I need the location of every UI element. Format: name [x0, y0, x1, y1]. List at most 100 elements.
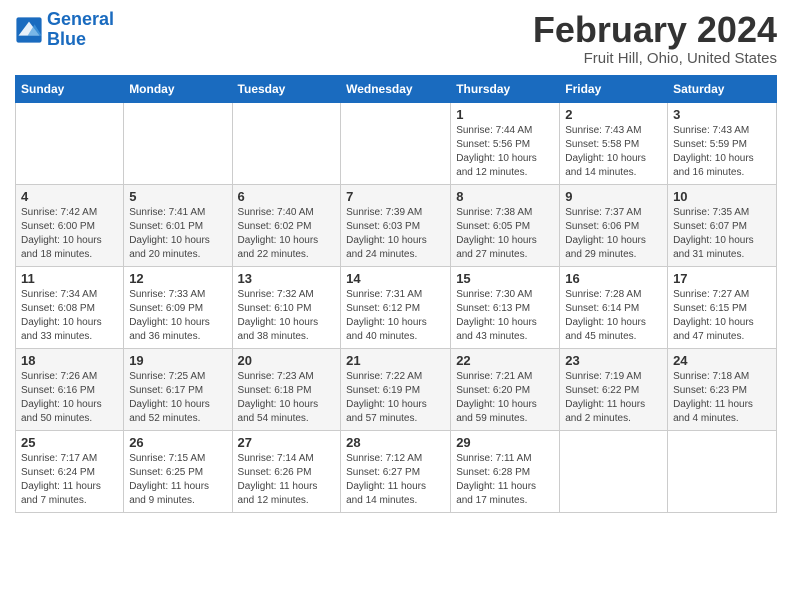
calendar-cell: 8 Sunrise: 7:38 AM Sunset: 6:05 PM Daylig… [451, 184, 560, 266]
day-info: Sunrise: 7:35 AM Sunset: 6:07 PM Dayligh… [673, 206, 771, 262]
logo: General Blue [15, 10, 114, 50]
day-number: 23 [565, 353, 662, 368]
day-info: Sunrise: 7:43 AM Sunset: 5:58 PM Dayligh… [565, 124, 662, 180]
weekday-header-monday: Monday [124, 75, 232, 102]
day-number: 8 [456, 189, 554, 204]
logo-text: General Blue [47, 10, 114, 50]
day-info: Sunrise: 7:30 AM Sunset: 6:13 PM Dayligh… [456, 288, 554, 344]
day-info: Sunrise: 7:25 AM Sunset: 6:17 PM Dayligh… [129, 370, 226, 426]
title-area: February 2024 Fruit Hill, Ohio, United S… [533, 10, 777, 67]
day-info: Sunrise: 7:37 AM Sunset: 6:06 PM Dayligh… [565, 206, 662, 262]
day-info: Sunrise: 7:42 AM Sunset: 6:00 PM Dayligh… [21, 206, 118, 262]
calendar-cell: 3 Sunrise: 7:43 AM Sunset: 5:59 PM Daylig… [668, 102, 777, 184]
calendar-cell: 5 Sunrise: 7:41 AM Sunset: 6:01 PM Daylig… [124, 184, 232, 266]
calendar-cell: 6 Sunrise: 7:40 AM Sunset: 6:02 PM Daylig… [232, 184, 341, 266]
day-number: 11 [21, 271, 118, 286]
weekday-row: SundayMondayTuesdayWednesdayThursdayFrid… [16, 75, 777, 102]
day-info: Sunrise: 7:32 AM Sunset: 6:10 PM Dayligh… [238, 288, 336, 344]
day-number: 10 [673, 189, 771, 204]
day-number: 3 [673, 107, 771, 122]
day-number: 27 [238, 435, 336, 450]
day-number: 17 [673, 271, 771, 286]
calendar-week-0: 1 Sunrise: 7:44 AM Sunset: 5:56 PM Daylig… [16, 102, 777, 184]
day-info: Sunrise: 7:39 AM Sunset: 6:03 PM Dayligh… [346, 206, 445, 262]
day-info: Sunrise: 7:18 AM Sunset: 6:23 PM Dayligh… [673, 370, 771, 426]
day-info: Sunrise: 7:14 AM Sunset: 6:26 PM Dayligh… [238, 452, 336, 508]
day-number: 1 [456, 107, 554, 122]
weekday-header-sunday: Sunday [16, 75, 124, 102]
calendar-cell [124, 102, 232, 184]
day-info: Sunrise: 7:33 AM Sunset: 6:09 PM Dayligh… [129, 288, 226, 344]
calendar-cell: 20 Sunrise: 7:23 AM Sunset: 6:18 PM Dayli… [232, 348, 341, 430]
day-info: Sunrise: 7:41 AM Sunset: 6:01 PM Dayligh… [129, 206, 226, 262]
calendar-cell [232, 102, 341, 184]
day-info: Sunrise: 7:17 AM Sunset: 6:24 PM Dayligh… [21, 452, 118, 508]
location: Fruit Hill, Ohio, United States [533, 50, 777, 67]
day-info: Sunrise: 7:44 AM Sunset: 5:56 PM Dayligh… [456, 124, 554, 180]
day-number: 16 [565, 271, 662, 286]
calendar-cell: 25 Sunrise: 7:17 AM Sunset: 6:24 PM Dayli… [16, 430, 124, 512]
day-info: Sunrise: 7:27 AM Sunset: 6:15 PM Dayligh… [673, 288, 771, 344]
day-number: 18 [21, 353, 118, 368]
calendar-week-1: 4 Sunrise: 7:42 AM Sunset: 6:00 PM Daylig… [16, 184, 777, 266]
day-number: 21 [346, 353, 445, 368]
weekday-header-friday: Friday [560, 75, 668, 102]
day-number: 22 [456, 353, 554, 368]
day-number: 26 [129, 435, 226, 450]
calendar-cell: 22 Sunrise: 7:21 AM Sunset: 6:20 PM Dayli… [451, 348, 560, 430]
calendar-cell: 2 Sunrise: 7:43 AM Sunset: 5:58 PM Daylig… [560, 102, 668, 184]
day-info: Sunrise: 7:26 AM Sunset: 6:16 PM Dayligh… [21, 370, 118, 426]
calendar-cell [668, 430, 777, 512]
day-number: 24 [673, 353, 771, 368]
day-info: Sunrise: 7:15 AM Sunset: 6:25 PM Dayligh… [129, 452, 226, 508]
day-info: Sunrise: 7:40 AM Sunset: 6:02 PM Dayligh… [238, 206, 336, 262]
calendar-cell [341, 102, 451, 184]
calendar-cell [16, 102, 124, 184]
weekday-header-wednesday: Wednesday [341, 75, 451, 102]
weekday-header-tuesday: Tuesday [232, 75, 341, 102]
calendar-week-2: 11Sunrise: 7:34 AM Sunset: 6:08 PM Dayli… [16, 266, 777, 348]
day-number: 14 [346, 271, 445, 286]
month-title: February 2024 [533, 10, 777, 50]
day-number: 2 [565, 107, 662, 122]
calendar-cell: 27 Sunrise: 7:14 AM Sunset: 6:26 PM Dayli… [232, 430, 341, 512]
day-info: Sunrise: 7:38 AM Sunset: 6:05 PM Dayligh… [456, 206, 554, 262]
day-info: Sunrise: 7:23 AM Sunset: 6:18 PM Dayligh… [238, 370, 336, 426]
calendar-week-4: 25 Sunrise: 7:17 AM Sunset: 6:24 PM Dayli… [16, 430, 777, 512]
calendar-cell: 21 Sunrise: 7:22 AM Sunset: 6:19 PM Dayli… [341, 348, 451, 430]
calendar-cell: 4 Sunrise: 7:42 AM Sunset: 6:00 PM Daylig… [16, 184, 124, 266]
day-info: Sunrise: 7:11 AM Sunset: 6:28 PM Dayligh… [456, 452, 554, 508]
day-info: Sunrise: 7:31 AM Sunset: 6:12 PM Dayligh… [346, 288, 445, 344]
calendar-header: SundayMondayTuesdayWednesdayThursdayFrid… [16, 75, 777, 102]
calendar-cell: 16 Sunrise: 7:28 AM Sunset: 6:14 PM Dayli… [560, 266, 668, 348]
day-number: 5 [129, 189, 226, 204]
day-number: 4 [21, 189, 118, 204]
day-info: Sunrise: 7:12 AM Sunset: 6:27 PM Dayligh… [346, 452, 445, 508]
logo-line1: General [47, 9, 114, 29]
calendar-cell: 29Sunrise: 7:11 AM Sunset: 6:28 PM Dayli… [451, 430, 560, 512]
day-number: 9 [565, 189, 662, 204]
calendar-cell: 7Sunrise: 7:39 AM Sunset: 6:03 PM Daylig… [341, 184, 451, 266]
day-number: 28 [346, 435, 445, 450]
day-number: 20 [238, 353, 336, 368]
calendar-cell: 19 Sunrise: 7:25 AM Sunset: 6:17 PM Dayli… [124, 348, 232, 430]
day-info: Sunrise: 7:22 AM Sunset: 6:19 PM Dayligh… [346, 370, 445, 426]
calendar-week-3: 18 Sunrise: 7:26 AM Sunset: 6:16 PM Dayli… [16, 348, 777, 430]
day-info: Sunrise: 7:21 AM Sunset: 6:20 PM Dayligh… [456, 370, 554, 426]
day-info: Sunrise: 7:43 AM Sunset: 5:59 PM Dayligh… [673, 124, 771, 180]
calendar-cell: 14 Sunrise: 7:31 AM Sunset: 6:12 PM Dayli… [341, 266, 451, 348]
day-number: 15 [456, 271, 554, 286]
day-number: 12 [129, 271, 226, 286]
calendar-cell: 15 Sunrise: 7:30 AM Sunset: 6:13 PM Dayli… [451, 266, 560, 348]
calendar-cell: 26 Sunrise: 7:15 AM Sunset: 6:25 PM Dayli… [124, 430, 232, 512]
day-number: 6 [238, 189, 336, 204]
day-info: Sunrise: 7:19 AM Sunset: 6:22 PM Dayligh… [565, 370, 662, 426]
calendar-cell: 13Sunrise: 7:32 AM Sunset: 6:10 PM Dayli… [232, 266, 341, 348]
day-number: 25 [21, 435, 118, 450]
day-number: 19 [129, 353, 226, 368]
calendar-body: 1 Sunrise: 7:44 AM Sunset: 5:56 PM Daylig… [16, 102, 777, 512]
calendar-cell: 24 Sunrise: 7:18 AM Sunset: 6:23 PM Dayli… [668, 348, 777, 430]
calendar-cell: 12 Sunrise: 7:33 AM Sunset: 6:09 PM Dayli… [124, 266, 232, 348]
day-info: Sunrise: 7:28 AM Sunset: 6:14 PM Dayligh… [565, 288, 662, 344]
logo-icon [15, 16, 43, 44]
